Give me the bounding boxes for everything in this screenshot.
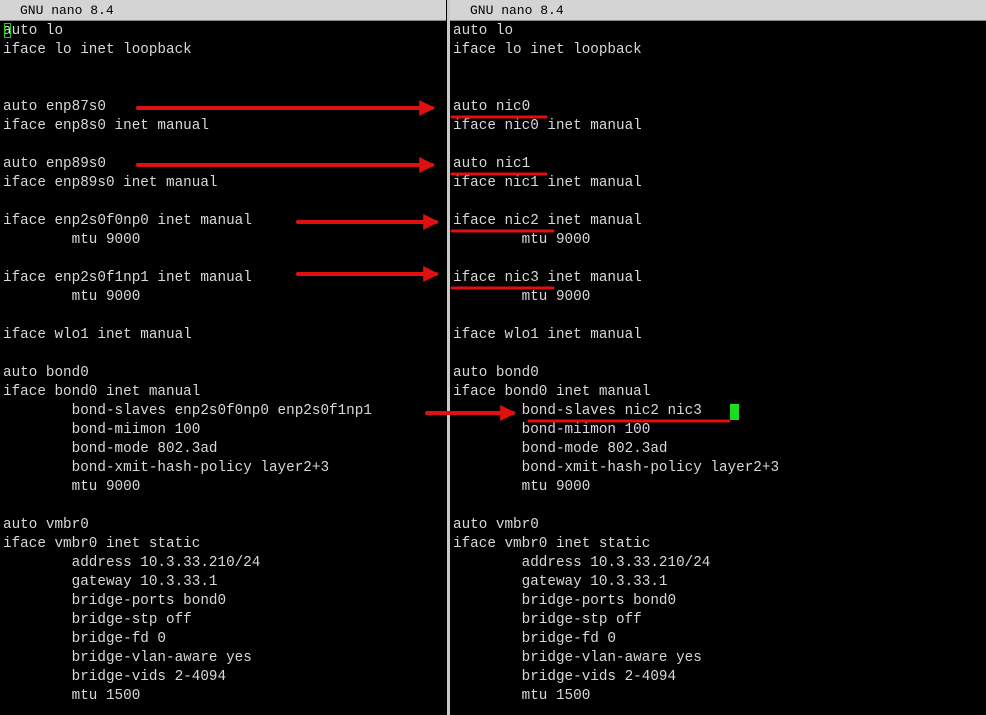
- left-editor-line: auto lo: [3, 23, 64, 39]
- left-editor-line: bond-slaves enp2s0f0np0 enp2s0f1np1: [3, 403, 372, 419]
- left-editor-line: bond-mode 802.3ad: [3, 441, 218, 457]
- left-editor-line: [3, 497, 448, 516]
- right-text-cursor: [730, 404, 739, 420]
- right-editor-line: gateway 10.3.33.1: [453, 574, 668, 590]
- left-editor-line: [3, 250, 448, 269]
- left-editor-line: bridge-vids 2-4094: [3, 669, 227, 685]
- right-editor-line: [453, 250, 986, 269]
- left-editor-line: iface enp2s0f1np1 inet manual: [3, 270, 252, 286]
- right-editor-line: auto vmbr0: [453, 517, 539, 533]
- left-editor-line: [3, 307, 448, 326]
- left-editor-line: bond-xmit-hash-policy layer2+3: [3, 460, 330, 476]
- left-text-cursor: [4, 23, 11, 38]
- left-editor-line: [3, 60, 448, 79]
- left-editor-line: auto enp87s0: [3, 99, 106, 115]
- left-editor-line: bridge-ports bond0: [3, 593, 227, 609]
- right-editor-line: [453, 79, 986, 98]
- left-editor-line: gateway 10.3.33.1: [3, 574, 218, 590]
- right-editor-line: [453, 307, 986, 326]
- right-editor-line: bond-mode 802.3ad: [453, 441, 668, 457]
- left-editor-line: bridge-fd 0: [3, 631, 167, 647]
- left-editor-line: auto bond0: [3, 365, 89, 381]
- right-editor-line: bridge-ports bond0: [453, 593, 677, 609]
- right-editor-line: mtu 9000: [453, 479, 591, 495]
- right-editor-line: auto bond0: [453, 365, 539, 381]
- left-editor-buffer[interactable]: auto lo iface lo inet loopback auto enp87s…: [3, 22, 448, 706]
- right-editor-line: bond-xmit-hash-policy layer2+3: [453, 460, 780, 476]
- right-editor-line: iface nic3 inet manual: [453, 270, 642, 286]
- right-editor-line: iface bond0 inet manual: [453, 384, 651, 400]
- right-terminal-pane[interactable]: GNU nano 8.4 auto lo iface lo inet loopba…: [450, 0, 986, 715]
- left-terminal-pane[interactable]: GNU nano 8.4 auto lo iface lo inet loopba…: [0, 0, 448, 715]
- left-editor-line: iface enp8s0 inet manual: [3, 118, 209, 134]
- right-editor-line: iface wlo1 inet manual: [453, 327, 642, 343]
- right-editor-line: [453, 60, 986, 79]
- left-nano-titlebar: GNU nano 8.4: [0, 0, 446, 21]
- right-editor-line: bond-miimon 100: [453, 422, 651, 438]
- right-editor-line: iface nic0 inet manual: [453, 118, 642, 134]
- right-editor-line: bond-slaves nic2 nic3: [453, 403, 702, 419]
- right-editor-line: iface nic2 inet manual: [453, 213, 642, 229]
- left-editor-line: [3, 136, 448, 155]
- right-editor-line: mtu 9000: [453, 289, 591, 305]
- right-editor-line: [453, 193, 986, 212]
- right-editor-buffer[interactable]: auto lo iface lo inet loopback auto nic0 if…: [453, 22, 986, 706]
- left-editor-line: iface lo inet loopback: [3, 42, 192, 58]
- left-editor-line: bridge-stp off: [3, 612, 192, 628]
- left-editor-line: mtu 9000: [3, 479, 141, 495]
- left-editor-line: iface enp89s0 inet manual: [3, 175, 218, 191]
- left-editor-line: [3, 193, 448, 212]
- right-editor-line: iface nic1 inet manual: [453, 175, 642, 191]
- right-nano-titlebar: GNU nano 8.4: [450, 0, 986, 21]
- left-editor-line: iface enp2s0f0np0 inet manual: [3, 213, 252, 229]
- left-editor-line: [3, 345, 448, 364]
- right-editor-line: bridge-stp off: [453, 612, 642, 628]
- left-editor-line: bridge-vlan-aware yes: [3, 650, 252, 666]
- right-editor-line: auto nic0: [453, 99, 531, 115]
- left-editor-line: bond-miimon 100: [3, 422, 201, 438]
- right-editor-line: auto lo: [453, 23, 514, 39]
- right-editor-line: iface lo inet loopback: [453, 42, 642, 58]
- right-editor-line: auto nic1: [453, 156, 531, 172]
- right-editor-line: iface vmbr0 inet static: [453, 536, 651, 552]
- right-editor-line: mtu 1500: [453, 688, 591, 704]
- right-editor-line: [453, 345, 986, 364]
- left-editor-line: auto enp89s0: [3, 156, 106, 172]
- right-editor-line: [453, 136, 986, 155]
- left-editor-line: iface bond0 inet manual: [3, 384, 201, 400]
- left-editor-line: mtu 1500: [3, 688, 141, 704]
- left-editor-line: iface vmbr0 inet static: [3, 536, 201, 552]
- right-editor-line: bridge-vids 2-4094: [453, 669, 677, 685]
- right-editor-line: [453, 497, 986, 516]
- left-editor-line: auto vmbr0: [3, 517, 89, 533]
- left-editor-line: mtu 9000: [3, 289, 141, 305]
- left-editor-line: iface wlo1 inet manual: [3, 327, 192, 343]
- right-editor-line: address 10.3.33.210/24: [453, 555, 711, 571]
- right-editor-line: bridge-vlan-aware yes: [453, 650, 702, 666]
- left-editor-line: address 10.3.33.210/24: [3, 555, 261, 571]
- right-editor-line: bridge-fd 0: [453, 631, 617, 647]
- left-editor-line: [3, 79, 448, 98]
- right-editor-line: mtu 9000: [453, 232, 591, 248]
- left-editor-line: mtu 9000: [3, 232, 141, 248]
